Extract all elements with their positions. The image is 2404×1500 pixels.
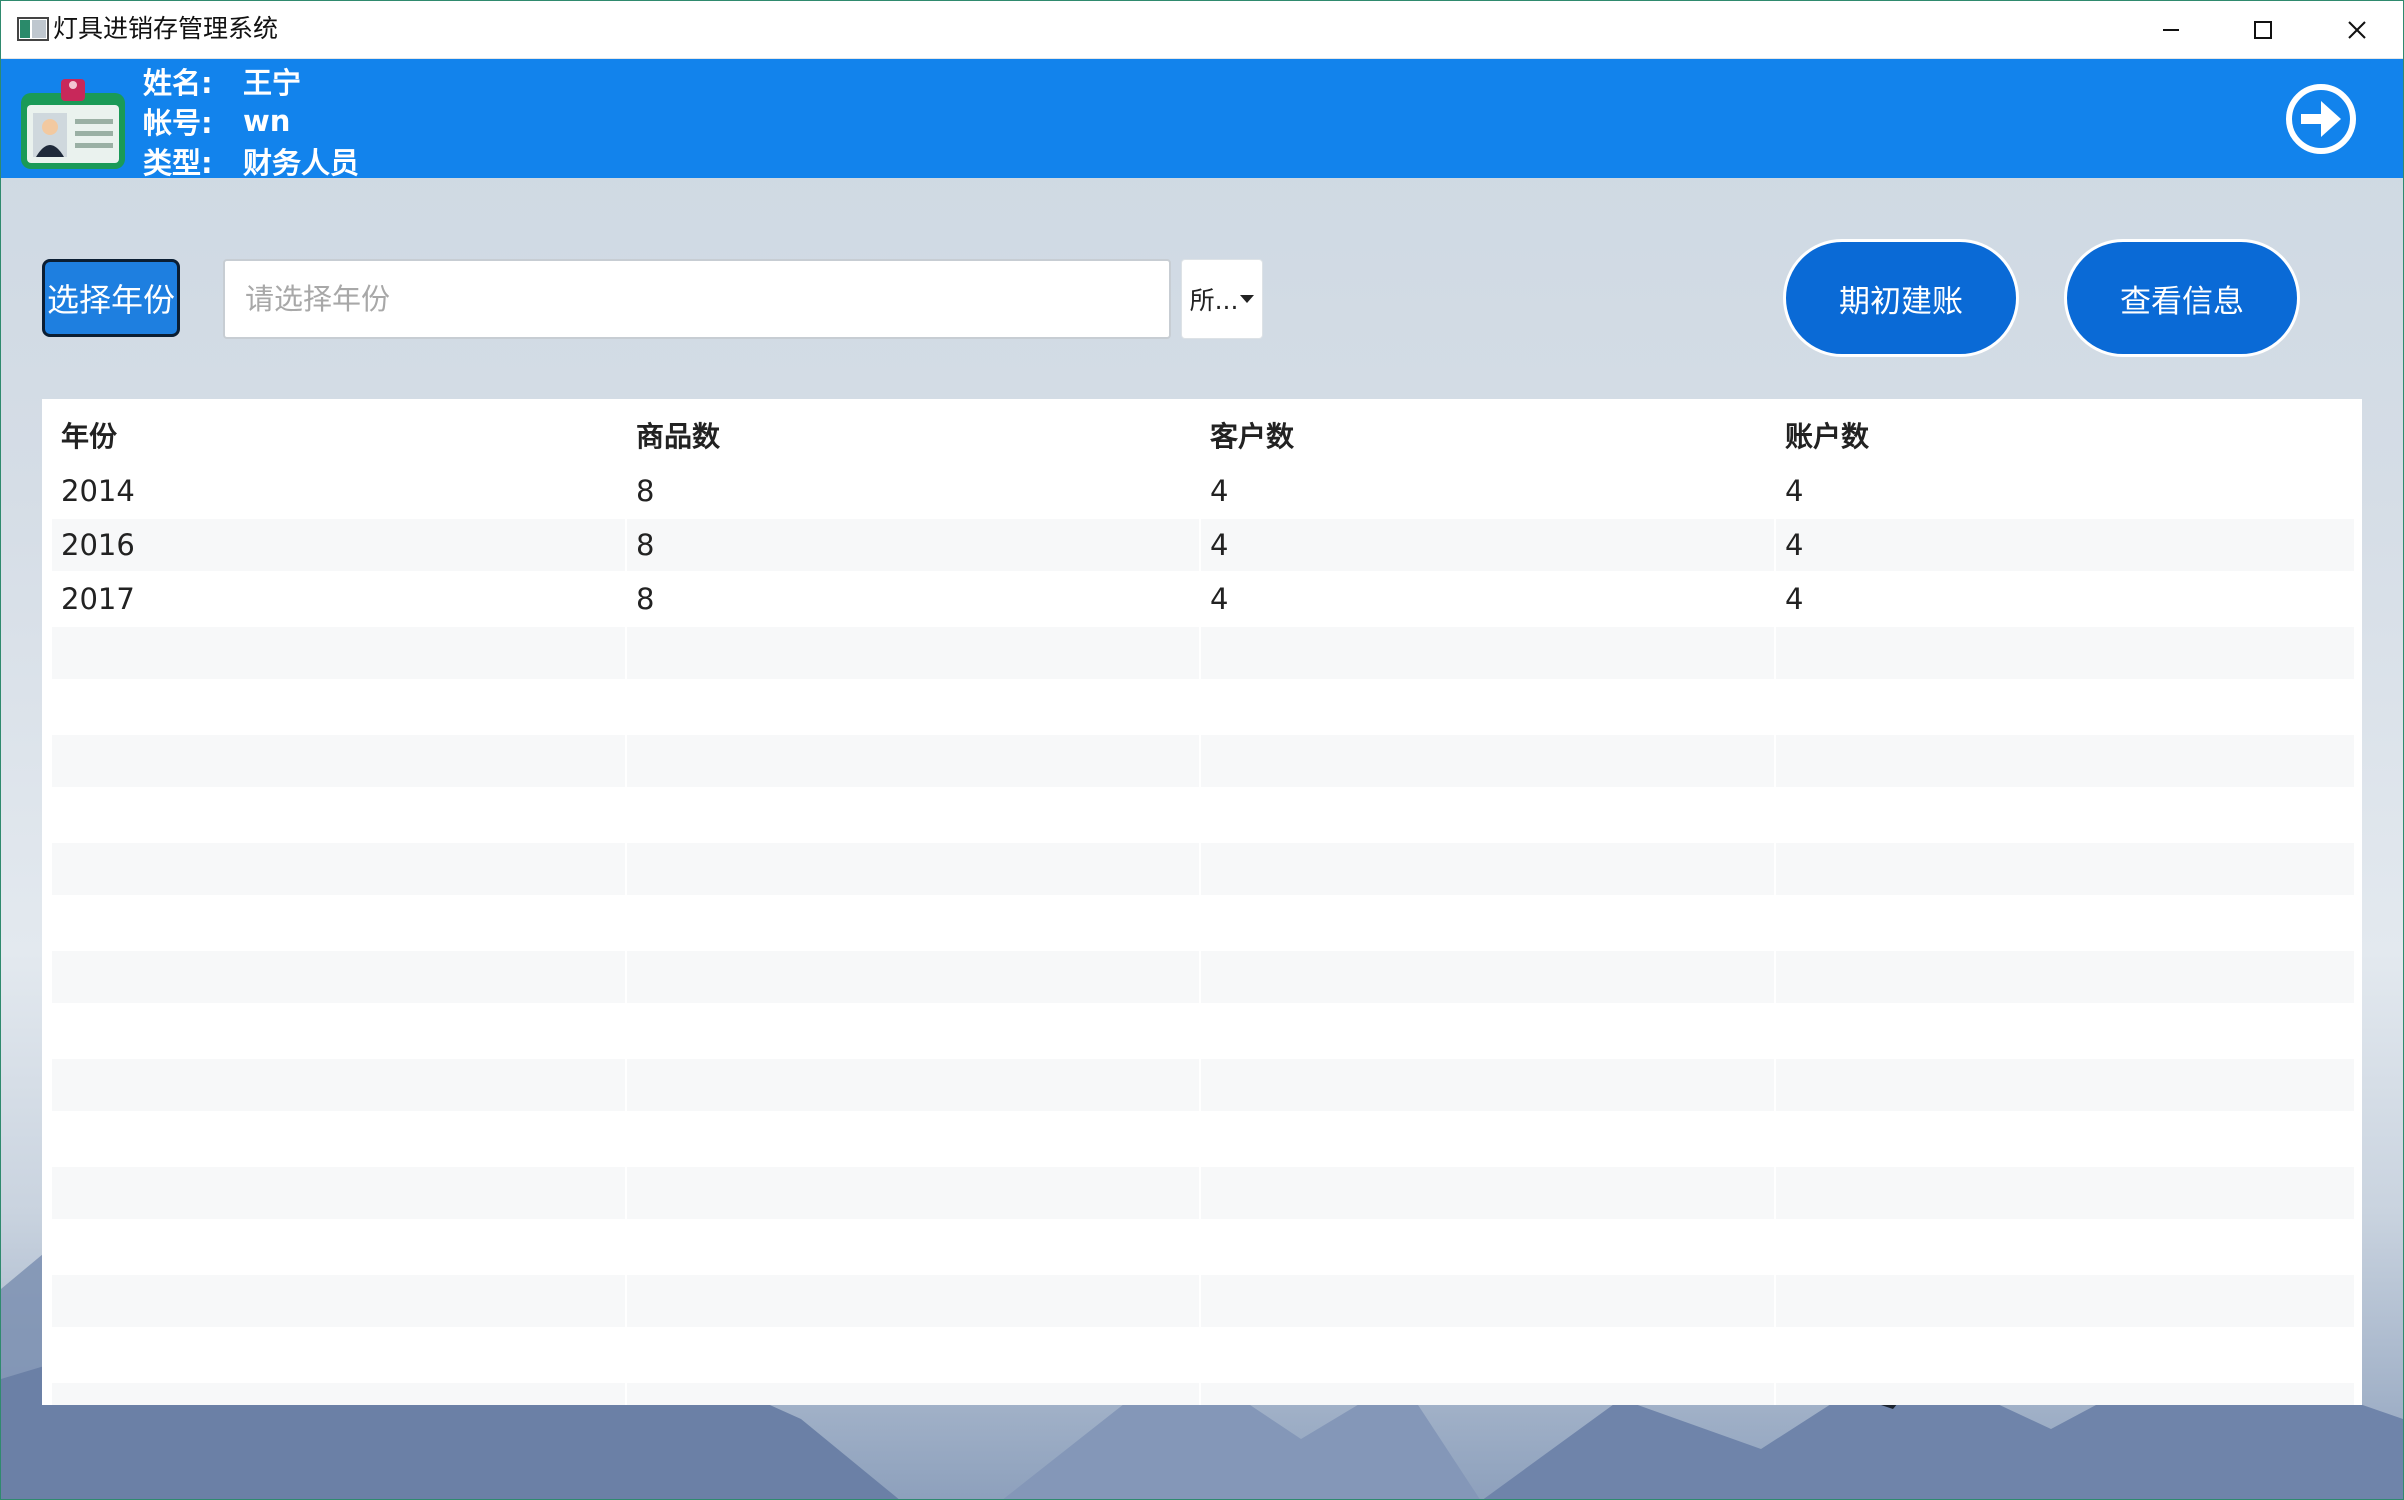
cell-year: 2016 xyxy=(52,519,625,571)
empty-table-row xyxy=(52,1167,2354,1219)
cell-customers: 4 xyxy=(1210,474,1229,508)
column-header-accounts[interactable]: 账户数 xyxy=(1785,419,1869,455)
close-icon xyxy=(2348,20,2366,39)
cell-products: 8 xyxy=(636,582,655,616)
choose-year-button[interactable]: 选择年份 xyxy=(42,259,180,337)
chevron-down-icon xyxy=(1240,295,1255,303)
close-button[interactable] xyxy=(2311,1,2403,58)
app-window-icon xyxy=(17,17,49,41)
year-dropdown[interactable]: 所... xyxy=(1181,259,1263,339)
type-value: 财务人员 xyxy=(243,146,360,180)
title-bar: 灯具进销存管理系统 xyxy=(1,1,2403,59)
user-header: 姓名: 王宁 帐号: wn 类型: 财务人员 xyxy=(1,59,2403,181)
cell-customers: 4 xyxy=(1201,519,1774,571)
empty-table-row xyxy=(52,1005,2354,1057)
empty-table-row xyxy=(52,789,2354,841)
cell-accounts: 4 xyxy=(1785,474,1804,508)
table-header: 年份 商品数 客户数 账户数 xyxy=(52,419,2352,455)
arrow-right-circle-icon xyxy=(2286,84,2356,154)
account-value: wn xyxy=(243,104,291,138)
table-row[interactable]: 2014 8 4 4 xyxy=(52,465,2354,517)
empty-table-row xyxy=(52,735,2354,787)
empty-table-row xyxy=(52,1383,2354,1405)
column-header-year[interactable]: 年份 xyxy=(61,419,117,455)
empty-table-row xyxy=(52,843,2354,895)
cell-year: 2014 xyxy=(61,474,135,508)
minimize-button[interactable] xyxy=(2125,1,2217,58)
year-input[interactable] xyxy=(223,259,1171,339)
logout-button[interactable] xyxy=(2285,83,2357,155)
column-header-products[interactable]: 商品数 xyxy=(636,419,720,455)
empty-table-row xyxy=(52,1221,2354,1273)
name-row: 姓名: 王宁 xyxy=(143,61,359,101)
minimize-icon xyxy=(2163,28,2179,31)
cell-products: 8 xyxy=(636,474,655,508)
name-label: 姓名: xyxy=(143,66,213,100)
empty-table-row xyxy=(52,1329,2354,1381)
empty-table-row xyxy=(52,1059,2354,1111)
account-row: 帐号: wn xyxy=(143,101,359,141)
name-value: 王宁 xyxy=(243,66,302,100)
empty-table-row xyxy=(52,1275,2354,1327)
cell-products: 8 xyxy=(627,519,1199,571)
view-info-button[interactable]: 查看信息 xyxy=(2064,239,2300,357)
maximize-button[interactable] xyxy=(2217,1,2309,58)
dropdown-label: 所... xyxy=(1189,286,1239,315)
empty-table-row xyxy=(52,897,2354,949)
account-label: 帐号: xyxy=(143,106,213,140)
id-badge-icon xyxy=(19,71,127,171)
cell-accounts: 4 xyxy=(1776,519,2354,571)
opening-balance-button[interactable]: 期初建账 xyxy=(1783,239,2019,357)
empty-table-row xyxy=(52,1113,2354,1165)
app-window: 灯具进销存管理系统 姓名: 王宁 帐号: wn 类型: 财务人员 选择年份 请选… xyxy=(0,0,2404,1500)
type-label: 类型: xyxy=(143,146,213,180)
column-header-customers[interactable]: 客户数 xyxy=(1210,419,1294,455)
window-title: 灯具进销存管理系统 xyxy=(53,14,279,43)
user-info: 姓名: 王宁 帐号: wn 类型: 财务人员 xyxy=(143,61,359,181)
empty-table-row xyxy=(52,681,2354,733)
maximize-icon xyxy=(2254,20,2272,39)
empty-table-row xyxy=(52,951,2354,1003)
empty-table-row xyxy=(52,627,2354,679)
cell-accounts: 4 xyxy=(1785,582,1804,616)
cell-year: 2017 xyxy=(61,582,135,616)
table-row[interactable]: 2017 8 4 4 xyxy=(52,573,2354,625)
data-table: 年份 商品数 客户数 账户数 2014 8 4 4 2016 8 4 4 201… xyxy=(42,399,2362,1405)
type-row: 类型: 财务人员 xyxy=(143,141,359,181)
cell-customers: 4 xyxy=(1210,582,1229,616)
table-row[interactable]: 2016 8 4 4 xyxy=(52,519,2354,571)
